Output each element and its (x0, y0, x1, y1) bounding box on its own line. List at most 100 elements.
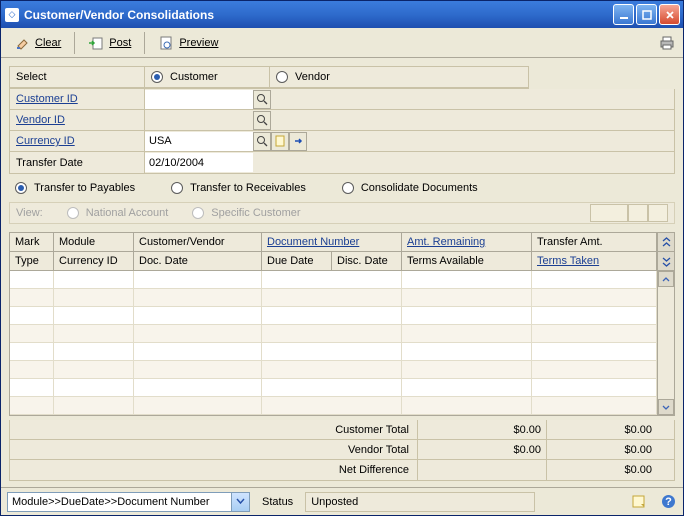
col-terms-taken[interactable]: Terms Taken (532, 252, 657, 270)
transfer-payables-radio[interactable]: Transfer to Payables (15, 182, 135, 194)
view-bar: View: National Account Specific Customer (9, 202, 675, 224)
radio-icon (67, 207, 79, 219)
transfer-date-label: Transfer Date (10, 152, 145, 173)
help-button[interactable]: ? (659, 493, 677, 511)
svg-text:?: ? (665, 496, 672, 508)
view-label: View: (16, 207, 43, 219)
form-body: Select Customer Vendor Customer ID (1, 58, 683, 487)
customer-total-transfer: $0.00 (547, 420, 657, 439)
radio-icon (171, 182, 183, 194)
col-due-date[interactable]: Due Date (262, 252, 332, 270)
col-module[interactable]: Module (54, 233, 134, 251)
currency-id-input[interactable] (145, 132, 253, 151)
totals-section: Customer Total $0.00 $0.00 Vendor Total … (9, 420, 675, 481)
status-value: Unposted (305, 492, 535, 512)
net-difference-blank (418, 460, 547, 480)
col-terms-available[interactable]: Terms Available (402, 252, 532, 270)
view-next-button (648, 204, 668, 222)
radio-icon (276, 71, 288, 83)
window-title: Customer/Vendor Consolidations (24, 8, 613, 22)
vendor-id-lookup-button[interactable] (253, 111, 271, 130)
note-button[interactable] (629, 493, 647, 511)
col-mark[interactable]: Mark (10, 233, 54, 251)
customer-id-lookup-button[interactable] (253, 90, 271, 109)
vendor-total-label: Vendor Total (10, 440, 418, 459)
radio-icon (15, 182, 27, 194)
view-specific-radio: Specific Customer (192, 207, 300, 219)
transfer-options: Transfer to Payables Transfer to Receiva… (9, 178, 675, 198)
col-document-number[interactable]: Document Number (262, 233, 402, 251)
col-currency-id[interactable]: Currency ID (54, 252, 134, 270)
customer-id-label[interactable]: Customer ID (10, 89, 145, 109)
col-type[interactable]: Type (10, 252, 54, 270)
col-transfer-amt[interactable]: Transfer Amt. (532, 233, 657, 251)
net-difference-value: $0.00 (547, 460, 657, 480)
sort-combo[interactable]: Module>>DueDate>>Document Number (7, 492, 250, 512)
consolidate-documents-radio[interactable]: Consolidate Documents (342, 182, 478, 194)
arrow-right-icon (292, 135, 304, 147)
vendor-total-remaining: $0.00 (418, 440, 547, 459)
help-icon: ? (661, 494, 676, 509)
app-window: ◇ Customer/Vendor Consolidations Clear (0, 0, 684, 516)
view-stepper (590, 204, 668, 222)
maximize-button[interactable] (636, 4, 657, 25)
eraser-icon (14, 35, 30, 51)
grid-collapse-button[interactable] (657, 252, 674, 270)
minimize-button[interactable] (613, 4, 634, 25)
customer-id-input[interactable] (145, 90, 253, 109)
vendor-name-display (271, 110, 674, 130)
currency-id-label[interactable]: Currency ID (10, 131, 145, 151)
toolbar: Clear Post Preview (1, 28, 683, 58)
clear-button[interactable]: Clear (7, 31, 68, 55)
vendor-total-transfer: $0.00 (547, 440, 657, 459)
scroll-down-button[interactable] (658, 399, 674, 415)
grid-rows[interactable] (10, 271, 657, 415)
magnifier-icon (256, 93, 268, 105)
radio-icon (342, 182, 354, 194)
radio-icon (192, 207, 204, 219)
app-icon: ◇ (5, 8, 19, 22)
currency-note-button[interactable] (271, 132, 289, 151)
customer-total-remaining: $0.00 (418, 420, 547, 439)
scroll-track[interactable] (658, 287, 674, 399)
radio-icon (151, 71, 163, 83)
scroll-up-button[interactable] (658, 271, 674, 287)
col-doc-date[interactable]: Doc. Date (134, 252, 262, 270)
customer-total-label: Customer Total (10, 420, 418, 439)
col-customer-vendor[interactable]: Customer/Vendor (134, 233, 262, 251)
select-customer-radio[interactable]: Customer (151, 71, 218, 83)
view-index-display (590, 204, 628, 222)
post-icon (88, 35, 104, 51)
print-button[interactable] (655, 31, 677, 55)
chevron-up-icon (662, 276, 670, 283)
view-national-radio: National Account (67, 207, 169, 219)
grid-expand-button[interactable] (657, 233, 674, 251)
titlebar: ◇ Customer/Vendor Consolidations (1, 1, 683, 28)
chevron-double-down-icon (662, 256, 671, 267)
close-button[interactable] (659, 4, 680, 25)
statusbar: Module>>DueDate>>Document Number Status … (1, 487, 683, 515)
post-button[interactable]: Post (81, 31, 138, 55)
grid-scrollbar[interactable] (657, 271, 674, 415)
transfer-receivables-radio[interactable]: Transfer to Receivables (171, 182, 306, 194)
currency-expand-button[interactable] (289, 132, 307, 151)
col-disc-date[interactable]: Disc. Date (332, 252, 402, 270)
transfer-date-input[interactable] (145, 153, 253, 172)
select-vendor-radio[interactable]: Vendor (276, 71, 330, 83)
magnifier-icon (256, 135, 268, 147)
vendor-id-label[interactable]: Vendor ID (10, 110, 145, 130)
note-icon (631, 494, 646, 509)
document-grid: Mark Module Customer/Vendor Document Num… (9, 232, 675, 416)
currency-lookup-button[interactable] (253, 132, 271, 151)
sort-dropdown-button[interactable] (232, 492, 250, 512)
chevron-double-up-icon (662, 237, 671, 248)
chevron-down-icon (236, 498, 245, 505)
net-difference-label: Net Difference (10, 460, 418, 480)
select-group: Select Customer Vendor (9, 66, 529, 89)
preview-button[interactable]: Preview (151, 31, 225, 55)
note-icon (274, 135, 286, 147)
view-prev-button (628, 204, 648, 222)
customer-name-display (271, 89, 674, 109)
col-amt-remaining[interactable]: Amt. Remaining (402, 233, 532, 251)
vendor-id-input (145, 111, 253, 130)
